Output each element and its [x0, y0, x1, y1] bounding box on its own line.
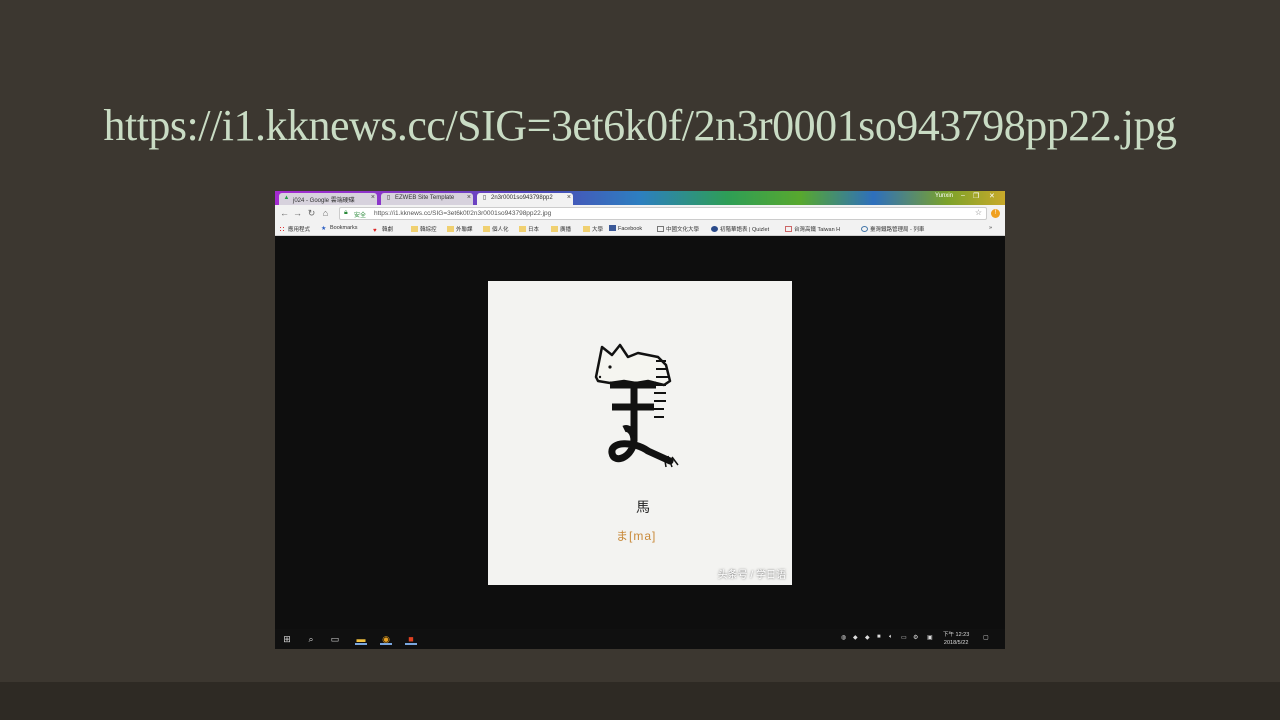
- tray-app-icon[interactable]: ■: [877, 634, 881, 640]
- file-explorer-icon[interactable]: ▬: [355, 633, 367, 645]
- reload-icon[interactable]: ↻: [306, 207, 317, 219]
- windows-taskbar: ⊞ ⌕ ▭ ▬ ◉ ■ ◍ ◆ ◆ ■ 🔈︎ ▭ ⚙ ▣ 下午 12:23 20…: [275, 629, 1005, 649]
- tab-label: EZWEB Site Template: [395, 195, 455, 201]
- facebook-icon: [609, 225, 616, 231]
- bookmark-folder[interactable]: 韓綜控: [411, 225, 437, 233]
- train-icon: [785, 226, 792, 232]
- settings-gear-icon[interactable]: ⚙: [913, 634, 918, 641]
- bookmark-tra[interactable]: 臺灣鐵路管理局 - 列車: [861, 225, 924, 233]
- bookmarks-bar: 應用程式 ★ Bookmarks ♥ 韓劇 韓綜控 外聯課 個人化 日本 廣播 大學…: [275, 222, 1005, 236]
- more-bookmarks-icon[interactable]: »: [989, 225, 992, 231]
- page-icon: ▯: [386, 195, 391, 201]
- address-bar[interactable]: 🔒︎ 安全 https://i1.kknews.cc/SIG=3et6k0f/2…: [339, 207, 987, 220]
- tab-google-drive[interactable]: ▲ j024 - Google 雲端硬碟 ×: [279, 193, 377, 205]
- start-windows-icon[interactable]: ⊞: [281, 633, 293, 645]
- menu-alert-icon[interactable]: !: [991, 209, 1000, 218]
- folder-icon: [411, 226, 418, 232]
- drive-icon: ▲: [283, 195, 290, 201]
- bookmark-apps[interactable]: 應用程式: [279, 225, 310, 233]
- bookmark-folder[interactable]: 廣播: [551, 225, 571, 233]
- slide-footer-band: [0, 682, 1280, 720]
- kanji-label: 馬: [636, 501, 650, 516]
- chrome-icon[interactable]: ◉: [380, 633, 392, 645]
- lock-icon: 🔒︎: [344, 209, 348, 216]
- bookmark-quizlet[interactable]: 初階華語表 | Quizlet: [711, 225, 769, 233]
- network-icon[interactable]: ▭: [901, 634, 907, 641]
- clock-date: 2018/5/22: [943, 640, 969, 646]
- browser-tab-bar: ▲ j024 - Google 雲端硬碟 × ▯ EZWEB Site Temp…: [275, 191, 1005, 205]
- input-method-icon[interactable]: ▣: [927, 634, 933, 641]
- browser-toolbar: ← → ↻ ⌂ 🔒︎ 安全 https://i1.kknews.cc/SIG=3…: [275, 205, 1005, 222]
- apps-grid-icon: [279, 226, 286, 232]
- back-icon[interactable]: ←: [279, 207, 290, 219]
- search-icon[interactable]: ⌕: [305, 633, 317, 645]
- bookmark-folder[interactable]: 個人化: [483, 225, 509, 233]
- secure-label: 安全: [354, 213, 367, 219]
- folder-icon: [447, 226, 454, 232]
- slide-title: https://i1.kknews.cc/SIG=3et6k0f/2n3r000…: [103, 101, 1177, 150]
- bookmark-facebook[interactable]: Facebook: [609, 225, 642, 232]
- heart-icon: ♥: [373, 228, 377, 234]
- folder-icon: [483, 226, 490, 232]
- forward-icon[interactable]: →: [292, 207, 303, 219]
- folder-icon: [583, 226, 590, 232]
- bookmark-folder[interactable]: 外聯課: [447, 225, 473, 233]
- close-tab-icon[interactable]: ×: [567, 194, 571, 201]
- volume-icon[interactable]: 🔈︎: [889, 634, 893, 641]
- close-window-icon[interactable]: ✕: [989, 192, 995, 200]
- tray-app-icon[interactable]: ◆: [853, 634, 858, 641]
- bookmark-folder[interactable]: ♥ 韓劇: [373, 225, 393, 234]
- tab-label: 2n3r0001so943798pp2: [491, 195, 553, 201]
- task-view-icon[interactable]: ▭: [329, 633, 341, 645]
- home-icon[interactable]: ⌂: [320, 207, 331, 219]
- tray-chrome-icon[interactable]: ◍: [841, 634, 846, 641]
- bookmark-star-icon[interactable]: ☆: [975, 208, 982, 217]
- tab-ezweb[interactable]: ▯ EZWEB Site Template ×: [381, 193, 473, 205]
- bookmark-folder[interactable]: 日本: [519, 225, 539, 233]
- url-text: https://i1.kknews.cc/SIG=3et6k0f/2n3r000…: [374, 210, 552, 217]
- quizlet-icon: [711, 226, 718, 232]
- system-clock[interactable]: 下午 12:23 2018/5/22: [943, 631, 969, 647]
- bookmark-pccu[interactable]: 中國文化大學: [657, 225, 699, 233]
- tray-app-icon[interactable]: ◆: [865, 634, 870, 641]
- bookmark-folder[interactable]: 大學: [583, 225, 603, 233]
- restore-icon[interactable]: ❐: [973, 192, 979, 200]
- close-tab-icon[interactable]: ×: [467, 194, 471, 201]
- embedded-screenshot: ▲ j024 - Google 雲端硬碟 × ▯ EZWEB Site Temp…: [275, 191, 1005, 649]
- minimize-icon[interactable]: –: [961, 192, 965, 199]
- folder-icon: [551, 226, 558, 232]
- bookmark-thsr[interactable]: 台灣高鐵 Taiwan H: [785, 225, 840, 233]
- kana-reading: ま[ma]: [616, 529, 657, 543]
- star-icon: ★: [321, 226, 327, 232]
- window-user-label: Yunxin: [934, 193, 953, 199]
- page-icon: [657, 226, 664, 232]
- folder-icon: [519, 226, 526, 232]
- clock-time: 下午 12:23: [943, 632, 970, 638]
- globe-icon: [861, 226, 868, 232]
- tab-image[interactable]: ▯ 2n3r0001so943798pp2 ×: [477, 193, 573, 205]
- tab-label: j024 - Google 雲端硬碟: [293, 198, 355, 204]
- watermark-text: 头条号 / 学日语: [717, 570, 786, 581]
- powerpoint-icon[interactable]: ■: [405, 633, 417, 645]
- displayed-image: 馬 ま[ma] 头条号 / 学日语: [488, 281, 792, 585]
- close-tab-icon[interactable]: ×: [371, 194, 375, 201]
- page-icon: ▯: [482, 195, 487, 201]
- notification-icon[interactable]: ▢: [983, 634, 989, 641]
- bookmark-bookmarks[interactable]: ★ Bookmarks: [321, 225, 358, 232]
